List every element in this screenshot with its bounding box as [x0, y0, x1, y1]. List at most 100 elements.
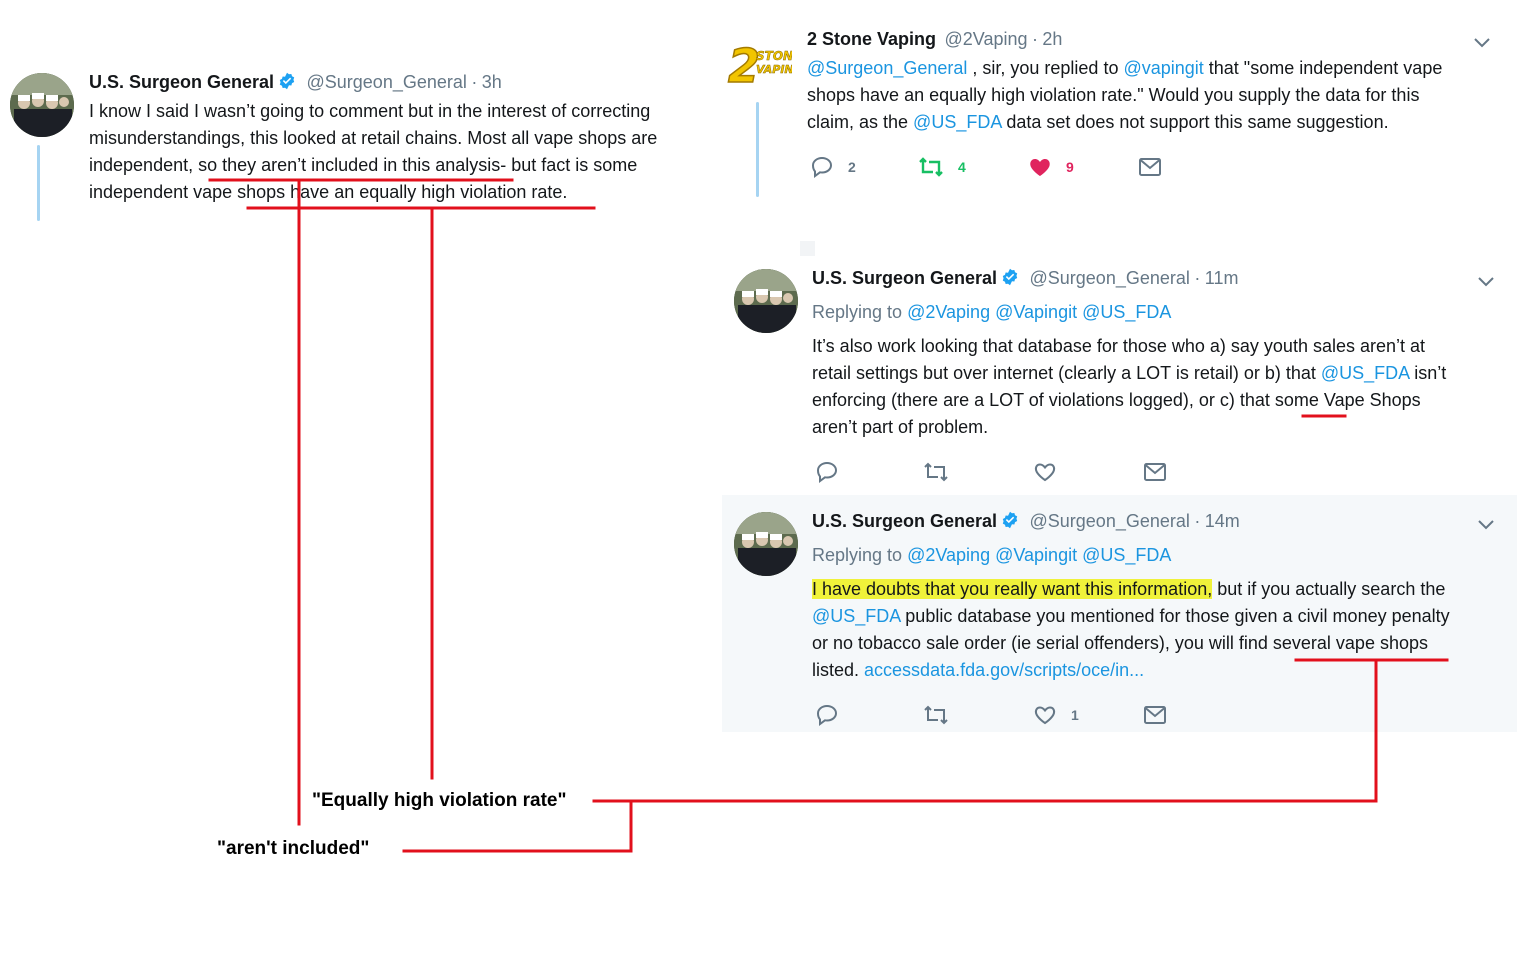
reply-count: 2: [848, 159, 856, 175]
chevron-down-icon[interactable]: [1478, 277, 1494, 287]
author-handle[interactable]: @2Vaping: [944, 29, 1027, 49]
heart-icon: [1034, 463, 1056, 482]
reply-icon: [811, 156, 833, 178]
dm-button[interactable]: [1143, 703, 1167, 727]
separator-dot: ·: [1194, 511, 1201, 531]
text-span: claim, as the: [807, 112, 914, 132]
retweet-button[interactable]: [923, 460, 949, 484]
like-button[interactable]: 9: [1028, 155, 1074, 179]
heart-filled-icon: [1030, 159, 1050, 176]
tweet-actions: 2 4 9: [810, 155, 1170, 179]
timestamp[interactable]: 14m: [1205, 511, 1240, 531]
tweet-text: I have doubts that you really want this …: [812, 576, 1512, 684]
mention-link[interactable]: @2Vaping: [907, 302, 990, 322]
separator-dot: ·: [1194, 268, 1201, 288]
replying-to: Replying to @2Vaping @Vapingit @US_FDA: [812, 545, 1171, 566]
text-line: independent vape shops have an equally h…: [89, 182, 568, 202]
mention-link[interactable]: @US_FDA: [1082, 545, 1171, 565]
retweet-button[interactable]: [923, 703, 949, 727]
separator-dot: ·: [471, 72, 478, 92]
text-line: shops have an equally high violation rat…: [807, 85, 1420, 105]
text-span: that "some independent vape: [1203, 58, 1443, 78]
thread-line: [756, 102, 759, 197]
timestamp[interactable]: 2h: [1042, 29, 1062, 49]
avatar-2stone-logo[interactable]: 2 STONE VAPING: [726, 38, 803, 94]
tweet-actions: [815, 460, 1175, 484]
reply-button[interactable]: 2: [810, 155, 856, 179]
tweet-text: I know I said I wasn’t going to comment …: [89, 98, 709, 206]
tweet-actions: 1: [815, 703, 1175, 727]
timestamp[interactable]: 3h: [482, 72, 502, 92]
chevron-down-icon[interactable]: [1474, 38, 1490, 48]
mention-link[interactable]: @Vapingit: [995, 302, 1077, 322]
text-span: but if you actually search the: [1212, 579, 1446, 599]
text-span: retail settings but over internet (clear…: [812, 363, 1321, 383]
dm-button[interactable]: [1138, 155, 1162, 179]
mention-link[interactable]: @Surgeon_General: [807, 58, 967, 78]
timestamp[interactable]: 11m: [1205, 268, 1239, 288]
text-line: enforcing (there are a LOT of violations…: [812, 390, 1421, 410]
mention-link[interactable]: @US_FDA: [1082, 302, 1171, 322]
retweet-icon: [919, 157, 943, 177]
highlighted-text: I have doubts that you really want this …: [812, 579, 1213, 599]
envelope-icon: [1139, 158, 1161, 176]
reply-icon: [816, 461, 838, 483]
reply-button[interactable]: [815, 460, 839, 484]
url-link[interactable]: accessdata.fda.gov/scripts/oce/in...: [864, 660, 1144, 680]
text-line: misunderstandings, this looked at retail…: [89, 128, 658, 148]
mention-link[interactable]: @vapingit: [1123, 58, 1203, 78]
placeholder-square: [800, 241, 815, 256]
mention-link[interactable]: @2Vaping: [907, 545, 990, 565]
reply-icon: [816, 704, 838, 726]
text-line: or no tobacco sale order (ie serial offe…: [812, 633, 1428, 653]
tweet-text: @Surgeon_General , sir, you replied to @…: [807, 55, 1507, 136]
author-name[interactable]: U.S. Surgeon General: [812, 511, 997, 531]
replying-label: Replying to: [812, 302, 903, 322]
text-line: aren’t part of problem.: [812, 417, 989, 437]
author-handle[interactable]: @Surgeon_General: [307, 72, 467, 92]
like-count: 1: [1071, 707, 1079, 723]
text-span: listed.: [812, 660, 865, 680]
author-handle[interactable]: @Surgeon_General: [1030, 511, 1190, 531]
avatar[interactable]: [734, 512, 798, 576]
svg-text:STONE: STONE: [756, 49, 792, 63]
retweet-button[interactable]: 4: [918, 155, 966, 179]
avatar[interactable]: [10, 73, 74, 137]
text-span: public database you mentioned for those …: [900, 606, 1450, 626]
envelope-icon: [1144, 706, 1166, 724]
envelope-icon: [1144, 463, 1166, 481]
like-button[interactable]: [1033, 460, 1057, 484]
like-button[interactable]: 1: [1033, 703, 1079, 727]
heart-icon: [1034, 706, 1056, 725]
svg-text:VAPING: VAPING: [756, 63, 792, 76]
mention-link[interactable]: @Vapingit: [995, 545, 1077, 565]
mention-link[interactable]: @US_FDA: [812, 606, 900, 626]
reply-button[interactable]: [815, 703, 839, 727]
annotation-label-equally-high: "Equally high violation rate": [312, 790, 567, 811]
retweet-count: 4: [958, 159, 966, 175]
text-span: data set does not support this same sugg…: [1001, 112, 1389, 132]
verified-badge-icon: [278, 72, 296, 90]
text-line: I know I said I wasn’t going to comment …: [89, 101, 651, 121]
text-line: independent, so they aren’t included in …: [89, 155, 638, 175]
replying-to: Replying to @2Vaping @Vapingit @US_FDA: [812, 302, 1171, 323]
author-name[interactable]: U.S. Surgeon General: [89, 72, 274, 92]
dm-button[interactable]: [1143, 460, 1167, 484]
tweet-text: It’s also work looking that database for…: [812, 333, 1512, 441]
text-span: , sir, you replied to: [967, 58, 1124, 78]
thread-line: [37, 145, 40, 221]
separator-dot: ·: [1031, 29, 1038, 49]
verified-badge-icon: [1001, 511, 1019, 529]
chevron-down-icon[interactable]: [1478, 520, 1494, 530]
like-count: 9: [1066, 159, 1074, 175]
replying-label: Replying to: [812, 545, 903, 565]
author-name[interactable]: U.S. Surgeon General: [812, 268, 997, 288]
retweet-icon: [924, 705, 948, 725]
text-line: It’s also work looking that database for…: [812, 336, 1426, 356]
verified-badge-icon: [1001, 268, 1019, 286]
author-name[interactable]: 2 Stone Vaping: [807, 29, 936, 49]
author-handle[interactable]: @Surgeon_General: [1030, 268, 1190, 288]
mention-link[interactable]: @US_FDA: [913, 112, 1001, 132]
mention-link[interactable]: @US_FDA: [1321, 363, 1409, 383]
avatar[interactable]: [734, 269, 798, 333]
